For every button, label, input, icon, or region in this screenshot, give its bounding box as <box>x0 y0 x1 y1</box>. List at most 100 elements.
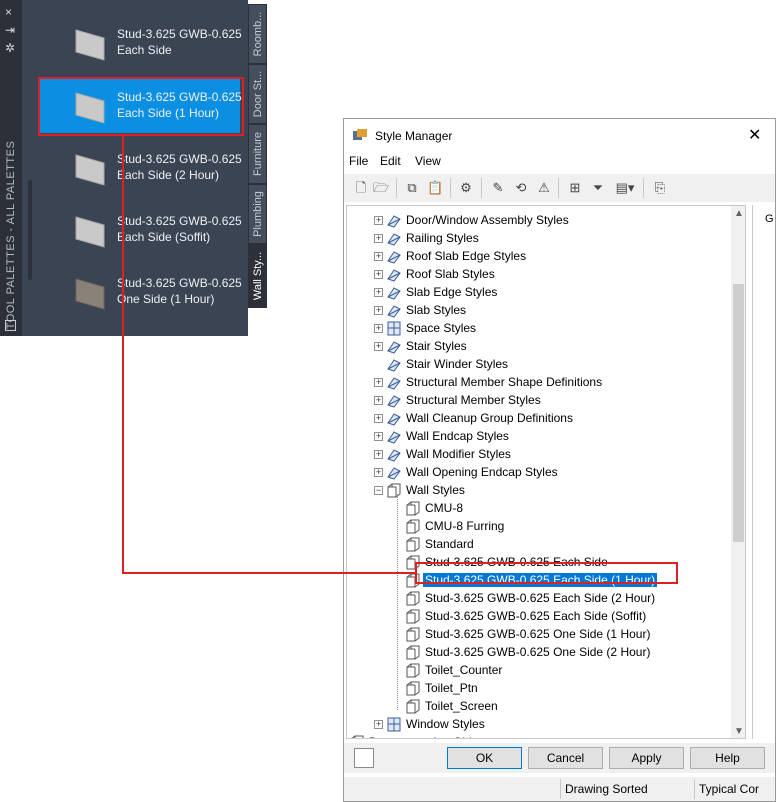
help-button[interactable]: Help <box>690 747 765 769</box>
tree-item-label: Stud-3.625 GWB-0.625 Each Side (Soffit) <box>425 609 647 623</box>
tab-plumbing[interactable]: Plumbing <box>248 184 267 244</box>
tree-item-label: Wall Endcap Styles <box>406 429 509 443</box>
tab-furniture[interactable]: Furniture <box>248 124 267 184</box>
settings-icon[interactable]: ✲ <box>5 42 15 54</box>
expand-icon[interactable]: + <box>374 324 383 333</box>
connector-line-horizontal <box>122 572 416 574</box>
scroll-down-icon[interactable]: ▼ <box>734 726 744 737</box>
menu-file[interactable]: File <box>349 154 368 168</box>
paste-icon[interactable]: 📋 <box>427 180 443 196</box>
wall-style-icon <box>405 591 421 606</box>
close-icon[interactable]: ✕ <box>748 125 761 145</box>
expand-icon[interactable]: + <box>374 252 383 261</box>
expand-icon[interactable]: + <box>374 414 383 423</box>
expand-icon[interactable]: + <box>374 270 383 279</box>
expand-icon[interactable]: + <box>374 288 383 297</box>
structural-shape-icon <box>386 375 402 390</box>
wall-style-icon <box>405 699 421 714</box>
palette-title: TOOL PALETTES - ALL PALETTES <box>5 140 17 330</box>
slab-edge-icon <box>386 285 402 300</box>
scrollbar-thumb[interactable] <box>733 284 744 542</box>
palette-body: Stud-3.625 GWB-0.625 Each Side Stud-3.625… <box>22 0 248 336</box>
roof-slab-edge-icon <box>386 249 402 264</box>
expand-icon[interactable]: + <box>374 720 383 729</box>
toggle-view-icon[interactable]: ⊞ <box>567 180 583 196</box>
purge-icon[interactable]: ⚙ <box>458 180 474 196</box>
door-window-icon <box>386 213 402 228</box>
expand-icon[interactable]: + <box>374 342 383 351</box>
palette-tool-item[interactable]: Stud-3.625 GWB-0.625 Each Side <box>40 14 242 70</box>
folder-icon <box>349 735 365 738</box>
stair-winder-icon <box>386 357 402 372</box>
apply-button[interactable]: Apply <box>609 747 684 769</box>
expand-icon[interactable]: + <box>374 396 383 405</box>
status-drawing: Typical Cor <box>694 779 775 799</box>
tree-item-label: Toilet_Screen <box>425 699 498 713</box>
drawing-display-icon[interactable] <box>354 748 374 768</box>
expand-icon[interactable]: + <box>374 306 383 315</box>
status-bar: Drawing Sorted Typical Cor <box>344 777 775 801</box>
tree-item-label: Stud-3.625 GWB-0.625 One Side (1 Hour) <box>425 627 651 641</box>
filter-icon[interactable]: ⏷ <box>590 180 606 196</box>
expand-icon[interactable]: + <box>374 216 383 225</box>
connector-line-vertical <box>122 134 124 574</box>
open-drawing-icon[interactable]: 🗁 <box>373 180 389 196</box>
wall-style-thumbnail <box>75 29 105 61</box>
close-icon[interactable]: × <box>5 6 12 18</box>
view-options-icon[interactable]: ▤▾ <box>613 180 637 196</box>
tree-item-label: Stair Winder Styles <box>406 357 509 371</box>
palette-tool-item[interactable]: Stud-3.625 GWB-0.625 Each Side (Soffit) <box>40 201 242 257</box>
wall-style-icon <box>386 483 402 498</box>
palette-scrollbar[interactable] <box>28 180 32 280</box>
railing-icon <box>386 231 402 246</box>
tree-item-label: Stud-3.625 GWB-0.625 Each Side (2 Hour) <box>425 591 656 605</box>
tree-item-label: Documentation Objects <box>369 735 494 738</box>
tree-guide-line <box>397 494 398 710</box>
menu-view[interactable]: View <box>415 154 441 168</box>
ok-button[interactable]: OK <box>447 747 522 769</box>
menu-edit[interactable]: Edit <box>380 154 401 168</box>
palette-tool-item[interactable]: Stud-3.625 GWB-0.625 Each Side (2 Hour) <box>40 139 242 195</box>
palette-menu-icon[interactable] <box>5 320 16 331</box>
expand-icon[interactable]: + <box>374 432 383 441</box>
space-icon <box>386 321 402 336</box>
palette-tabs: Roomb... Door St... Furniture Plumbing W… <box>248 0 268 318</box>
wall-style-icon <box>405 645 421 660</box>
properties-panel: G <box>752 205 776 739</box>
palette-tool-item[interactable]: Stud-3.625 GWB-0.625 One Side (1 Hour) <box>40 263 242 319</box>
new-style-icon[interactable]: ✎ <box>490 180 506 196</box>
scroll-up-icon[interactable]: ▲ <box>734 208 744 219</box>
tab-roombook[interactable]: Roomb... <box>248 4 267 64</box>
style-tree[interactable]: + Door/Window Assembly Styles + Railing Sty… <box>346 205 746 739</box>
tab-door-styles[interactable]: Door St... <box>248 64 267 124</box>
style-manager-app-icon <box>353 129 367 140</box>
tab-wall-styles[interactable]: Wall Sty... <box>248 244 267 308</box>
edit-style-icon[interactable]: ⟲ <box>513 180 529 196</box>
structural-member-icon <box>386 393 402 408</box>
highlight-palette-selection <box>38 77 244 136</box>
tree-item-label: CMU-8 <box>425 501 463 515</box>
wall-cleanup-icon <box>386 411 402 426</box>
tree-item-label: Toilet_Ptn <box>425 681 478 695</box>
tree-item-label: Wall Modifier Styles <box>406 447 511 461</box>
tree-item-label: Structural Member Styles <box>406 393 541 407</box>
inventory-icon[interactable]: ⎘ <box>652 180 668 196</box>
collapse-icon[interactable]: − <box>374 486 383 495</box>
expand-icon[interactable]: + <box>374 378 383 387</box>
wall-style-icon <box>405 609 421 624</box>
tree-item-label: Stud-3.625 GWB-0.625 One Side (2 Hour) <box>425 645 651 659</box>
tree-item-label: Structural Member Shape Definitions <box>406 375 603 389</box>
stair-icon <box>386 339 402 354</box>
cancel-button[interactable]: Cancel <box>528 747 603 769</box>
wall-style-icon <box>405 501 421 516</box>
expand-icon[interactable]: + <box>374 234 383 243</box>
copy-icon[interactable]: ⧉ <box>404 180 420 196</box>
toolbar: 🗋 🗁 ⧉ 📋 ⚙ ✎ ⟲ ⚠ ⊞ ⏷ ▤▾ ⎘ <box>344 174 775 202</box>
tree-scrollbar[interactable]: ▲ ▼ <box>731 206 745 738</box>
new-drawing-icon[interactable]: 🗋 <box>353 180 369 196</box>
tree-item-label: CMU-8 Furring <box>425 519 505 533</box>
expand-icon[interactable]: + <box>374 468 383 477</box>
set-from-icon[interactable]: ⚠ <box>536 180 552 196</box>
expand-icon[interactable]: + <box>374 450 383 459</box>
pin-icon[interactable]: ⇥ <box>5 24 15 36</box>
